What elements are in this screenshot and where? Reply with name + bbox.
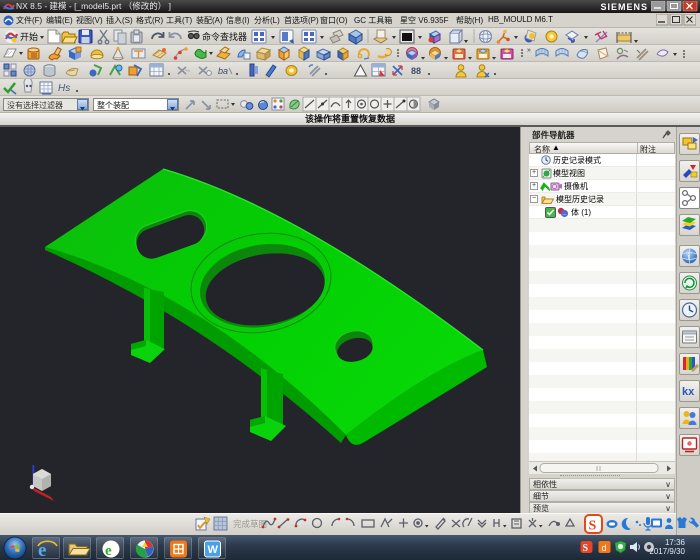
svg-text:ba: ba xyxy=(218,66,228,76)
svg-text:S: S xyxy=(589,519,597,534)
svg-text:e: e xyxy=(105,543,112,559)
svg-text:»: » xyxy=(527,47,531,54)
svg-text:S: S xyxy=(583,543,589,554)
svg-text:命令查找器: 命令查找器 xyxy=(202,31,247,42)
svg-text:kx: kx xyxy=(682,386,695,398)
svg-text:开始: 开始 xyxy=(20,31,38,42)
svg-text:88: 88 xyxy=(411,66,421,76)
svg-text:d: d xyxy=(602,543,607,553)
svg-text:W: W xyxy=(208,544,219,556)
svg-text:Hs: Hs xyxy=(58,83,70,94)
